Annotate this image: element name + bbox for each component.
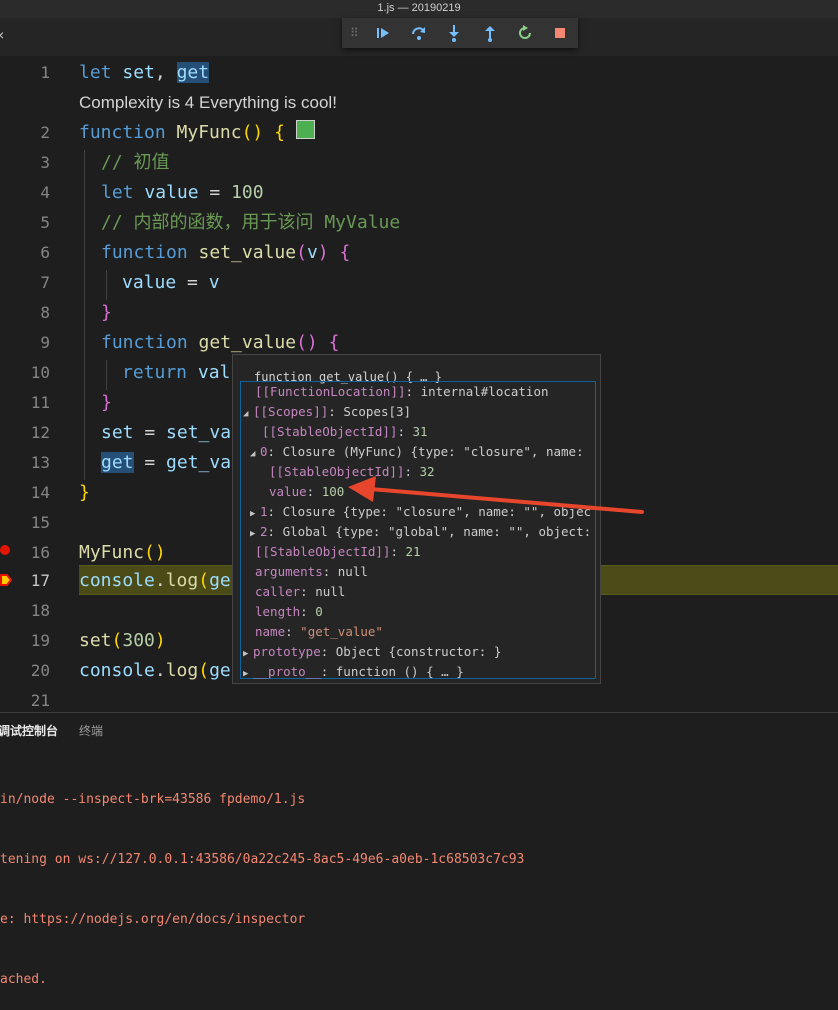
tab-terminal[interactable]: 终端	[79, 722, 103, 739]
line-number: 12	[30, 423, 50, 442]
console-line: tening on ws://127.0.0.1:43586/0a22c245-…	[0, 852, 525, 867]
tab-debug-console[interactable]: 调试控制台	[0, 722, 58, 739]
continue-icon	[377, 28, 390, 38]
code-line-20[interactable]: console.log(ge	[79, 656, 231, 686]
debug-toolbar: ⠿	[342, 18, 578, 48]
line-number: 9	[40, 333, 50, 352]
tree-row[interactable]: ▶ 2: Global {type: "global", name: "", ob…	[250, 522, 590, 544]
close-tab-icon[interactable]: ×	[0, 27, 4, 43]
restart-button[interactable]	[507, 20, 542, 46]
line-number-current: 17	[30, 571, 50, 590]
line-number: 1	[40, 63, 50, 82]
line-number: 15	[30, 513, 50, 532]
line-number: 20	[30, 661, 50, 680]
code-line-10[interactable]: return val	[122, 358, 230, 388]
code-line-5[interactable]: // 内部的函数，用于该问 MyValue	[101, 208, 400, 238]
code-line-2[interactable]: function MyFunc() {	[79, 118, 315, 148]
color-swatch-icon	[295, 120, 315, 139]
continue-button[interactable]	[366, 20, 401, 46]
indent-guide	[106, 360, 107, 390]
tree-row[interactable]: ▶ __proto__: function () { … }	[243, 662, 464, 684]
line-number: 6	[40, 243, 50, 262]
step-into-icon	[449, 25, 460, 42]
tree-row[interactable]: ◢ 0: Closure (MyFunc) {type: "closure", n…	[250, 442, 590, 464]
line-number: 16	[30, 543, 50, 562]
expanded-icon[interactable]: ◢	[250, 444, 260, 464]
stop-button[interactable]	[543, 20, 578, 46]
collapsed-icon[interactable]: ▶	[243, 644, 253, 664]
code-line-11[interactable]: }	[101, 388, 112, 418]
debug-console-output[interactable]: in/node --inspect-brk=43586 fpdemo/1.js …	[0, 750, 524, 1010]
code-line-13[interactable]: get = get_va	[101, 448, 231, 478]
indent-guide	[84, 150, 85, 480]
console-line: ached.	[0, 972, 47, 987]
code-line-8[interactable]: }	[101, 298, 112, 328]
code-line-14[interactable]: }	[79, 478, 90, 508]
stop-icon	[555, 28, 566, 38]
step-into-button[interactable]	[436, 20, 471, 46]
codelens-hint[interactable]: Complexity is 4 Everything is cool!	[79, 88, 337, 118]
code-line-17[interactable]: console.log(ge	[79, 566, 231, 596]
tree-row[interactable]: [[FunctionLocation]]: internal#location	[255, 382, 549, 402]
hover-tree[interactable]: [[FunctionLocation]]: internal#location …	[240, 381, 596, 679]
tree-row[interactable]: ▶ prototype: Object {constructor: }	[243, 642, 501, 664]
tree-row-value[interactable]: value: 100	[269, 482, 344, 502]
console-line: e: https://nodejs.org/en/docs/inspector	[0, 912, 306, 927]
drag-handle-icon[interactable]: ⠿	[350, 26, 366, 40]
line-number: 4	[40, 183, 50, 202]
step-over-button[interactable]	[401, 20, 436, 46]
tree-row[interactable]: caller: null	[255, 582, 345, 602]
code-line-1[interactable]: let set, get	[79, 58, 210, 88]
code-line-19[interactable]: set(300)	[79, 626, 166, 656]
line-number: 8	[40, 303, 50, 322]
window-title: 1.js — 20190219	[0, 0, 838, 18]
line-number: 11	[30, 393, 50, 412]
line-number: 3	[40, 153, 50, 172]
line-number: 2	[40, 123, 50, 142]
step-over-icon	[411, 27, 425, 40]
line-number: 14	[30, 483, 50, 502]
code-line-7[interactable]: value = v	[122, 268, 220, 298]
code-line-6[interactable]: function set_value(v) {	[101, 238, 350, 268]
line-number: 13	[30, 453, 50, 472]
collapsed-icon[interactable]: ▶	[250, 504, 260, 524]
code-line-12[interactable]: set = set_va	[101, 418, 231, 448]
step-out-icon	[484, 26, 495, 42]
tree-row[interactable]: length: 0	[255, 602, 323, 622]
line-number: 19	[30, 631, 50, 650]
expanded-icon[interactable]: ◢	[243, 404, 253, 424]
step-out-button[interactable]	[472, 20, 507, 46]
code-line-3[interactable]: // 初值	[101, 148, 170, 178]
tree-row[interactable]: ◢ [[Scopes]]: Scopes[3]	[243, 402, 411, 424]
restart-icon	[518, 25, 531, 39]
line-number: 18	[30, 601, 50, 620]
panel-separator	[0, 712, 838, 713]
line-number: 10	[30, 363, 50, 382]
code-line-16[interactable]: MyFunc()	[79, 538, 166, 568]
line-number: 7	[40, 273, 50, 292]
collapsed-icon[interactable]: ▶	[243, 664, 253, 684]
collapsed-icon[interactable]: ▶	[250, 524, 260, 544]
tree-row[interactable]: name: "get_value"	[255, 622, 383, 642]
tree-row[interactable]: arguments: null	[255, 562, 368, 582]
console-line: in/node --inspect-brk=43586 fpdemo/1.js	[0, 792, 306, 807]
line-number: 5	[40, 213, 50, 232]
annotation-arrow	[348, 476, 644, 514]
indent-guide	[106, 270, 107, 300]
tree-row[interactable]: [[StableObjectId]]: 31	[262, 422, 428, 442]
code-line-4[interactable]: let value = 100	[101, 178, 264, 208]
tree-row[interactable]: [[StableObjectId]]: 21	[255, 542, 421, 562]
